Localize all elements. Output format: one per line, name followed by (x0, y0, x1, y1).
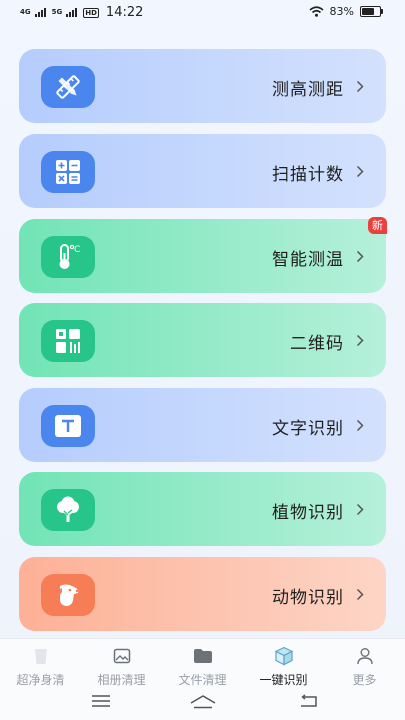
svg-text:C: C (74, 245, 80, 255)
tool-icon-box: C (41, 236, 95, 278)
thermometer-icon: C (59, 244, 80, 269)
tool-card-text-recognition[interactable]: 文字识别 (19, 388, 386, 462)
tab-label: 相册清理 (97, 673, 146, 687)
clock: 14:22 (105, 5, 144, 20)
tool-card-smart-temperature[interactable]: C 智能测温 新 (19, 217, 387, 293)
tool-card-qr-code[interactable]: 二维码 (19, 303, 386, 377)
tool-card-plant-recognition[interactable]: 植物识别 (19, 472, 386, 546)
tree-icon (57, 496, 79, 522)
tab-label: 更多 (352, 673, 377, 687)
folder-icon (193, 649, 212, 663)
status-right: 83% (309, 5, 383, 18)
battery-percent: 83% (329, 5, 354, 18)
chevron-right-icon (356, 419, 364, 432)
status-left: 4G 5G HD 14:22 (20, 5, 143, 20)
signal-1-icon (34, 8, 46, 17)
tool-icon-box (41, 574, 95, 616)
back-icon[interactable] (298, 694, 318, 708)
tab-photo-clean[interactable]: 相册清理 (81, 645, 162, 688)
tool-card-scan-count[interactable]: 扫描计数 (19, 134, 386, 208)
menu-icon[interactable] (91, 694, 111, 708)
tab-label: 超净身清 (16, 673, 65, 687)
chevron-right-icon (356, 80, 364, 93)
dog-icon (57, 584, 79, 606)
photo-icon (113, 648, 130, 664)
chevron-right-icon (356, 503, 364, 516)
battery-icon (360, 6, 383, 17)
chevron-right-icon (356, 588, 364, 601)
tab-label: 一键识别 (259, 673, 308, 687)
wifi-icon (309, 6, 324, 17)
tab-label: 文件清理 (178, 673, 227, 687)
tool-card-animal-recognition[interactable]: 动物识别 (19, 557, 386, 631)
tool-label: 测高测距 (272, 80, 344, 100)
tool-label: 动物识别 (272, 588, 344, 608)
calculator-icon (56, 160, 80, 184)
text-recognition-icon (55, 415, 81, 437)
chevron-right-icon (356, 250, 364, 263)
signal-2-icon (66, 8, 78, 17)
tool-icon-box (41, 405, 95, 447)
tool-icon-box (41, 489, 95, 531)
qr-code-icon (56, 329, 80, 353)
tab-file-clean[interactable]: 文件清理 (162, 645, 243, 688)
tool-label: 扫描计数 (272, 165, 344, 185)
tab-one-click-recognize[interactable]: 一键识别 (243, 645, 324, 688)
tool-label: 二维码 (290, 334, 344, 354)
chevron-right-icon (356, 165, 364, 178)
cup-icon (34, 649, 47, 664)
bottom-tab-bar: 超净身清 相册清理 文件清理 一键识别 更多 (0, 638, 405, 689)
signal-1-label: 4G (20, 8, 31, 16)
user-icon (356, 648, 373, 665)
tab-super-clean[interactable]: 超净身清 (0, 645, 81, 688)
tool-icon-box (41, 66, 95, 108)
tool-icon-box (41, 151, 95, 193)
status-bar: 4G 5G HD 14:22 83% (0, 0, 405, 26)
new-badge: 新 (368, 217, 387, 234)
chevron-right-icon (356, 334, 364, 347)
battery-fill (362, 8, 374, 15)
tool-label: 植物识别 (272, 503, 344, 523)
tool-card-height-distance[interactable]: 测高测距 (19, 49, 386, 123)
cube-icon (274, 646, 293, 666)
tool-label: 智能测温 (272, 250, 344, 270)
ruler-pencil-icon (56, 75, 80, 99)
system-nav-bar (0, 688, 405, 720)
tab-more[interactable]: 更多 (324, 645, 405, 688)
home-icon[interactable] (189, 694, 217, 710)
tool-icon-box (41, 320, 95, 362)
signal-2-label: 5G (51, 8, 63, 16)
tool-label: 文字识别 (272, 419, 344, 439)
hd-icon: HD (83, 7, 99, 18)
